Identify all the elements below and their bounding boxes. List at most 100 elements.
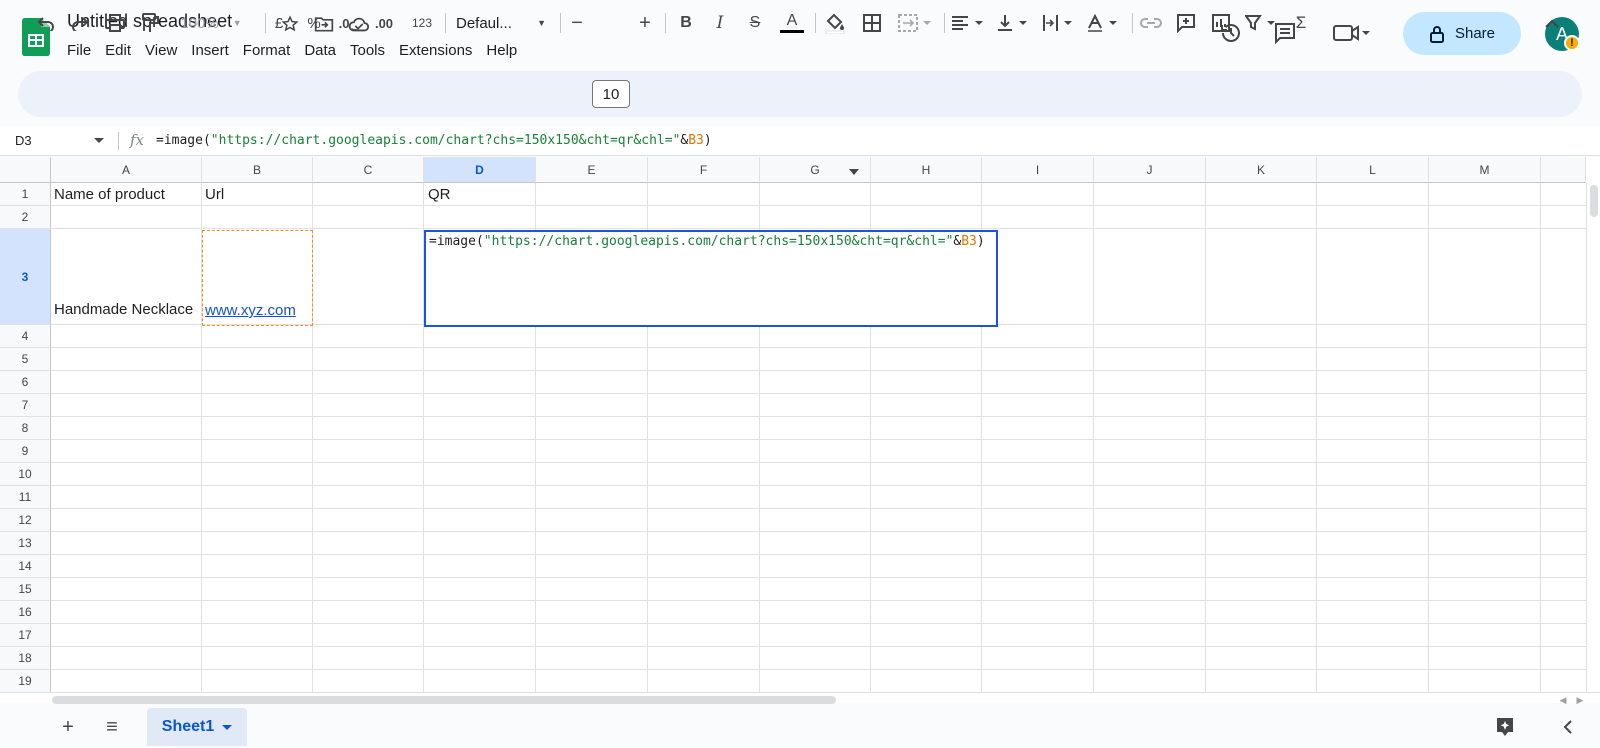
cell-A1[interactable]: Name of product (54, 183, 165, 206)
decrease-decimal-button[interactable]: .0 ← (336, 8, 362, 38)
column-gridline (1540, 183, 1541, 692)
increase-decimal-button[interactable]: .00 (370, 8, 398, 38)
increase-font-size-button[interactable]: + (634, 8, 656, 38)
share-button[interactable]: Share (1403, 12, 1521, 55)
horizontal-align-icon[interactable] (950, 8, 986, 38)
zoom-select[interactable]: 100% ▼ (175, 8, 247, 38)
menu-file[interactable]: File (60, 40, 98, 61)
row-header-11[interactable]: 11 (0, 486, 51, 509)
filter-icon[interactable] (1244, 8, 1280, 38)
row-header-4[interactable]: 4 (0, 325, 51, 348)
copy-range-border (202, 230, 313, 326)
formula-divider (118, 132, 119, 150)
functions-button[interactable]: Σ (1290, 8, 1312, 38)
text-wrapping-icon[interactable] (1041, 8, 1077, 38)
row-header-2[interactable]: 2 (0, 206, 51, 229)
row-header-9[interactable]: 9 (0, 440, 51, 463)
collapse-side-panel-icon[interactable] (1555, 714, 1581, 740)
column-header-c[interactable]: C (313, 157, 424, 183)
spreadsheet-grid[interactable]: A B C D E F G H I J K L M 1 2 3 4 5 6 7 8 9 10 11 12 13 14 15 16 17 18… (0, 157, 1600, 692)
all-sheets-button[interactable]: ≡ (99, 714, 125, 740)
column-header-d[interactable]: D (424, 157, 536, 183)
font-select[interactable]: Defaul... ▼ (456, 8, 546, 38)
toolbar (18, 71, 1582, 117)
row-header-16[interactable]: 16 (0, 601, 51, 624)
insert-comment-icon[interactable] (1174, 8, 1198, 38)
decrease-font-size-button[interactable]: − (566, 8, 588, 38)
borders-icon[interactable] (860, 8, 884, 38)
menu-help[interactable]: Help (479, 40, 524, 61)
cell-D1[interactable]: QR (428, 183, 451, 206)
row-header-5[interactable]: 5 (0, 348, 51, 371)
undo-icon[interactable] (34, 8, 58, 38)
sheet-tab-sheet1[interactable]: Sheet1 (147, 708, 247, 746)
redo-icon[interactable] (68, 8, 92, 38)
formula-input[interactable]: =image("https://chart.googleapis.com/cha… (156, 133, 712, 148)
editor-reference: B3 (961, 234, 977, 249)
fill-color-icon[interactable] (822, 8, 848, 38)
text-rotation-icon[interactable] (1086, 8, 1122, 38)
meet-icon[interactable] (1330, 18, 1374, 48)
horizontal-scrollbar-thumb[interactable] (52, 696, 836, 704)
column-header-overflow[interactable] (1541, 157, 1586, 183)
format-percent-button[interactable]: % (303, 8, 325, 38)
font-size-input[interactable]: 10 (592, 80, 630, 108)
select-all-corner[interactable] (0, 157, 51, 183)
collapse-toolbar-icon[interactable] (1540, 8, 1564, 38)
column-header-a[interactable]: A (51, 157, 202, 183)
menu-extensions[interactable]: Extensions (392, 40, 479, 61)
row-header-19[interactable]: 19 (0, 670, 51, 692)
row-header-6[interactable]: 6 (0, 371, 51, 394)
italic-button[interactable]: I (709, 8, 731, 38)
row-header-12[interactable]: 12 (0, 509, 51, 532)
insert-link-icon[interactable] (1139, 8, 1163, 38)
row-header-10[interactable]: 10 (0, 463, 51, 486)
menu-format[interactable]: Format (236, 40, 298, 61)
row-gridline (51, 370, 1586, 371)
format-currency-button[interactable]: £ (268, 8, 290, 38)
explore-icon[interactable] (1492, 714, 1518, 740)
row-header-1[interactable]: 1 (0, 183, 51, 206)
vertical-scrollbar[interactable] (1586, 183, 1600, 692)
cell-B1[interactable]: Url (205, 183, 224, 206)
row-header-14[interactable]: 14 (0, 555, 51, 578)
cell-A3[interactable]: Handmade Necklace (54, 301, 193, 318)
strikethrough-button[interactable]: S (744, 8, 766, 38)
row-header-15[interactable]: 15 (0, 578, 51, 601)
menu-edit[interactable]: Edit (98, 40, 138, 61)
bold-button[interactable]: B (675, 8, 697, 38)
print-icon[interactable] (103, 8, 127, 38)
row-gridline (51, 531, 1586, 532)
column-header-j[interactable]: J (1094, 157, 1206, 183)
row-header-18[interactable]: 18 (0, 647, 51, 670)
column-header-f[interactable]: F (648, 157, 760, 183)
column-header-e[interactable]: E (536, 157, 648, 183)
row-header-7[interactable]: 7 (0, 394, 51, 417)
menu-view[interactable]: View (138, 40, 184, 61)
vertical-align-icon[interactable] (996, 8, 1032, 38)
name-box[interactable]: D3 (15, 133, 32, 148)
menu-tools[interactable]: Tools (343, 40, 392, 61)
column-header-i[interactable]: I (982, 157, 1094, 183)
column-header-b[interactable]: B (202, 157, 313, 183)
paint-format-icon[interactable] (138, 8, 162, 38)
column-header-m[interactable]: M (1429, 157, 1541, 183)
row-header-17[interactable]: 17 (0, 624, 51, 647)
insert-chart-icon[interactable] (1209, 8, 1233, 38)
row-header-3[interactable]: 3 (0, 229, 51, 325)
text-color-button[interactable]: A (779, 8, 805, 38)
more-formats-button[interactable]: 123 (407, 8, 437, 38)
column-header-h[interactable]: H (871, 157, 982, 183)
row-header-8[interactable]: 8 (0, 417, 51, 440)
add-sheet-button[interactable]: + (55, 714, 81, 740)
column-header-k[interactable]: K (1206, 157, 1317, 183)
menu-insert[interactable]: Insert (184, 40, 236, 61)
column-header-l[interactable]: L (1317, 157, 1429, 183)
vertical-scrollbar-thumb[interactable] (1590, 185, 1598, 217)
column-filter-chevron-icon[interactable] (849, 169, 859, 175)
menu-data[interactable]: Data (297, 40, 343, 61)
row-header-13[interactable]: 13 (0, 532, 51, 555)
chevron-down-icon[interactable] (94, 138, 104, 143)
merge-cells-icon[interactable] (895, 8, 937, 38)
cell-editor-D3[interactable]: =image("https://chart.googleapis.com/cha… (424, 230, 998, 327)
